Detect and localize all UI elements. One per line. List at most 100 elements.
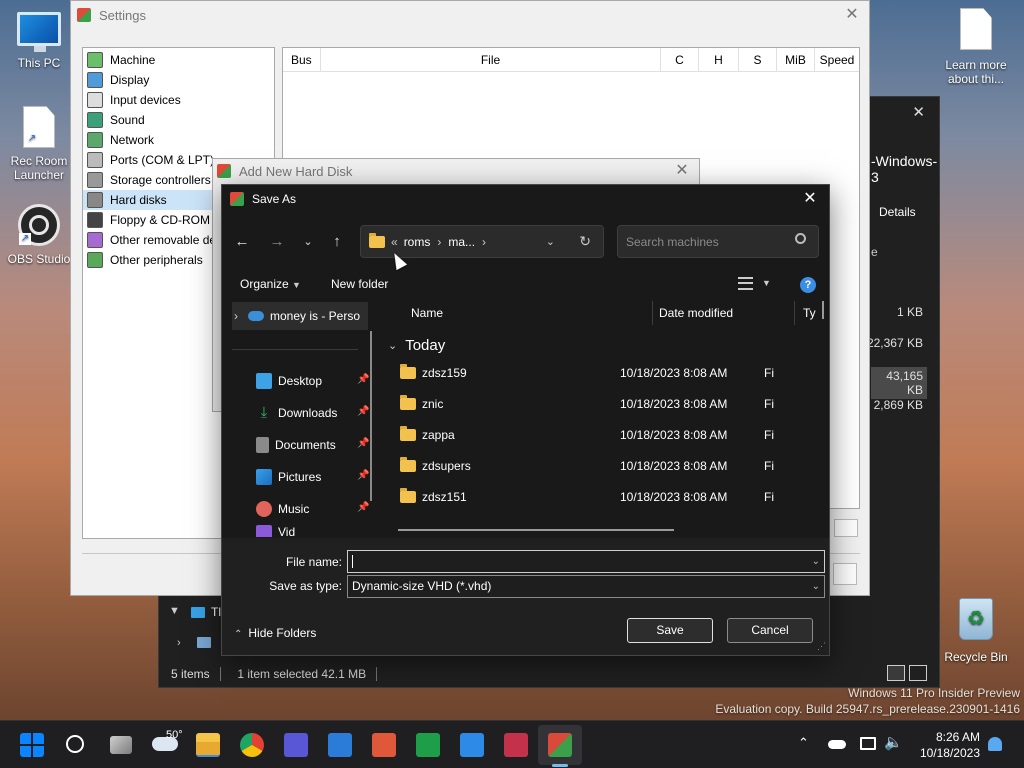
pin-icon[interactable]: 📌	[357, 374, 369, 386]
desktop-icon-obs[interactable]: ↗ OBS Studio	[1, 204, 77, 266]
list-item[interactable]: zappa 10/18/2023 8:08 AM Fi	[380, 419, 800, 450]
network-icon[interactable]	[860, 737, 876, 750]
list-item[interactable]: zdsz151 10/18/2023 8:08 AM Fi	[380, 481, 800, 512]
close-icon[interactable]: ✕	[799, 189, 821, 209]
list-item[interactable]: zdsupers 10/18/2023 8:08 AM Fi	[380, 450, 800, 481]
start-icon[interactable]	[20, 733, 44, 757]
refresh-icon[interactable]: ↻	[579, 233, 591, 250]
file-list-scrollbar[interactable]	[822, 301, 824, 319]
column-name[interactable]: Name	[411, 301, 443, 325]
file-name-input[interactable]: ⌄	[347, 550, 825, 573]
category-network[interactable]: Network	[83, 130, 274, 150]
list-item[interactable]: znic 10/18/2023 8:08 AM Fi	[380, 388, 800, 419]
search-icon[interactable]	[795, 233, 806, 244]
column-bus[interactable]: Bus	[283, 48, 321, 71]
tray-overflow-icon[interactable]: ⌃	[798, 735, 809, 751]
details-view-icon[interactable]	[887, 665, 905, 681]
new-folder-button[interactable]: New folder	[331, 277, 388, 291]
spreadsheet-icon[interactable]	[416, 733, 440, 757]
file-explorer-icon[interactable]	[196, 733, 220, 757]
calendar-icon[interactable]	[284, 733, 308, 757]
group-header-today[interactable]: ⌄ Today	[388, 337, 445, 354]
category-machine[interactable]: Machine	[83, 50, 274, 70]
close-icon[interactable]: ✕	[841, 5, 863, 25]
nav-item-onedrive[interactable]: › money is - Perso	[232, 302, 368, 330]
navigation-pane[interactable]: › money is - Perso Desktop 📌 ⤓ Downloads…	[232, 301, 372, 537]
volume-icon[interactable]: 🔈	[884, 733, 903, 751]
notification-bell-icon[interactable]	[988, 737, 1002, 751]
category-sound[interactable]: Sound	[83, 110, 274, 130]
desktop-icon-learn-more[interactable]: Learn more about thi...	[938, 8, 1014, 86]
column-file[interactable]: File	[321, 48, 661, 71]
search-icon[interactable]	[66, 735, 84, 753]
desktop-icon-this-pc[interactable]: This PC	[1, 12, 77, 70]
chevron-down-icon[interactable]: ▼	[762, 278, 771, 288]
back-arrow-icon[interactable]: ←	[230, 231, 254, 253]
save-button[interactable]: Save	[627, 618, 713, 643]
pin-icon[interactable]: 📌	[357, 438, 369, 450]
file-list[interactable]: Name Date modified Ty ⌄ Today zdsz159 10…	[380, 301, 828, 537]
nav-item-downloads[interactable]: ⤓ Downloads 📌	[232, 399, 372, 427]
breadcrumb-segment[interactable]: roms	[404, 235, 431, 249]
category-input-devices[interactable]: Input devices	[83, 90, 274, 110]
nav-item-documents[interactable]: Documents 📌	[232, 431, 372, 459]
chevron-down-icon[interactable]: ⌄	[812, 551, 820, 572]
column-h[interactable]: H	[699, 48, 739, 71]
forward-arrow-icon[interactable]: →	[265, 231, 289, 253]
onedrive-icon[interactable]	[828, 740, 846, 749]
recent-locations-chevron-icon[interactable]: ⌄	[296, 231, 320, 253]
column-c[interactable]: C	[661, 48, 699, 71]
column-s[interactable]: S	[739, 48, 777, 71]
mail-icon[interactable]	[328, 733, 352, 757]
breadcrumb-segment[interactable]: ma...	[448, 235, 475, 249]
tree-item-label[interactable]: Tl	[211, 605, 221, 619]
photos-icon[interactable]	[460, 733, 484, 757]
dialog-titlebar[interactable]: Save As	[222, 185, 829, 213]
pin-icon[interactable]: 📌	[357, 470, 369, 482]
dialog-titlebar[interactable]: Add New Hard Disk	[213, 159, 699, 183]
settings-button-partial[interactable]	[834, 519, 858, 537]
column-speed[interactable]: Speed	[815, 48, 859, 71]
details-tab[interactable]: Details	[879, 205, 916, 219]
column-date-modified[interactable]: Date modified	[659, 301, 733, 325]
nav-item-music[interactable]: Music 📌	[232, 495, 372, 523]
nav-scrollbar[interactable]	[370, 331, 372, 501]
help-icon[interactable]: ?	[800, 277, 816, 293]
emulator-app-icon[interactable]	[548, 733, 572, 757]
news-icon[interactable]	[504, 733, 528, 757]
category-display[interactable]: Display	[83, 70, 274, 90]
breadcrumb-overflow[interactable]: «	[391, 235, 398, 249]
nav-item-pictures[interactable]: Pictures 📌	[232, 463, 372, 491]
save-as-type-select[interactable]: Dynamic-size VHD (*.vhd) ⌄	[347, 575, 825, 598]
clock-date[interactable]: 10/18/2023	[912, 746, 980, 760]
nav-item-videos[interactable]: Vid	[232, 525, 372, 537]
address-dropdown-icon[interactable]: ⌄	[546, 235, 555, 248]
desktop-icon-rec-room[interactable]: ↗ Rec Room Launcher	[1, 106, 77, 182]
nav-item-desktop[interactable]: Desktop 📌	[232, 367, 372, 395]
resize-grip-icon[interactable]: ⋰	[817, 641, 826, 652]
tiles-view-icon[interactable]	[909, 665, 927, 681]
settings-titlebar[interactable]: Settings	[71, 1, 869, 29]
up-arrow-icon[interactable]: ↑	[325, 231, 349, 253]
people-icon[interactable]	[372, 733, 396, 757]
tree-expand-icon[interactable]: ›	[177, 637, 181, 649]
clock-time[interactable]: 8:26 AM	[912, 730, 980, 744]
close-icon[interactable]: ✕	[912, 103, 925, 121]
pin-icon[interactable]: 📌	[357, 406, 369, 418]
desktop-icon-recycle-bin[interactable]: ♻ Recycle Bin	[938, 598, 1014, 664]
column-mib[interactable]: MiB	[777, 48, 815, 71]
list-item[interactable]: zdsz159 10/18/2023 8:08 AM Fi	[380, 357, 800, 388]
task-view-icon[interactable]	[110, 736, 132, 754]
pin-icon[interactable]: 📌	[357, 502, 369, 514]
column-type[interactable]: Ty	[803, 301, 816, 325]
chevron-right-icon[interactable]: ›	[234, 309, 238, 323]
view-options-icon[interactable]	[738, 277, 753, 290]
chevron-down-icon[interactable]: ⌄	[812, 576, 820, 597]
horizontal-scrollbar[interactable]	[398, 529, 674, 531]
tree-expand-icon[interactable]: ▼	[169, 605, 180, 617]
search-input[interactable]: Search machines	[617, 225, 819, 258]
chrome-icon[interactable]	[240, 733, 264, 757]
settings-button-partial[interactable]	[833, 563, 857, 585]
cancel-button[interactable]: Cancel	[727, 618, 813, 643]
organize-menu[interactable]: Organize ▼	[240, 277, 301, 291]
